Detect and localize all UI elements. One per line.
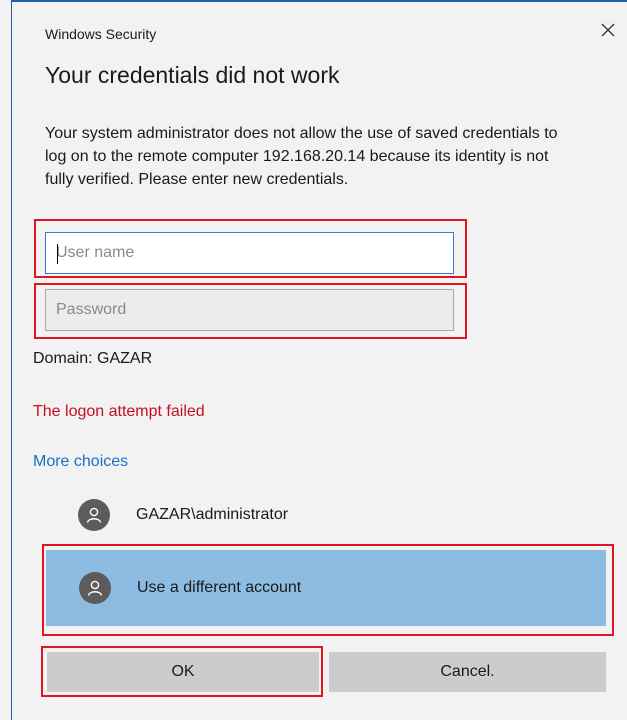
more-choices-link[interactable]: More choices bbox=[33, 453, 128, 471]
cancel-button[interactable]: Cancel. bbox=[329, 652, 606, 692]
account-label: Use a different account bbox=[137, 579, 302, 596]
error-message: The logon attempt failed bbox=[33, 403, 205, 420]
close-icon bbox=[601, 23, 615, 37]
account-option-different[interactable]: Use a different account bbox=[46, 550, 606, 626]
info-message: Your system administrator does not allow… bbox=[45, 125, 558, 188]
account-label: GAZAR\administrator bbox=[136, 506, 289, 523]
window-title: Windows Security bbox=[45, 26, 157, 42]
user-icon bbox=[78, 499, 110, 531]
text-caret bbox=[57, 244, 58, 264]
user-icon bbox=[79, 572, 111, 604]
page-title: Your credentials did not work bbox=[45, 62, 340, 88]
account-option-administrator[interactable]: GAZAR\administrator bbox=[45, 486, 608, 544]
close-button[interactable] bbox=[594, 16, 622, 44]
password-field[interactable] bbox=[45, 289, 454, 331]
ok-button[interactable]: OK bbox=[47, 652, 319, 692]
username-field[interactable] bbox=[45, 232, 454, 274]
domain-label: Domain: GAZAR bbox=[33, 350, 153, 367]
